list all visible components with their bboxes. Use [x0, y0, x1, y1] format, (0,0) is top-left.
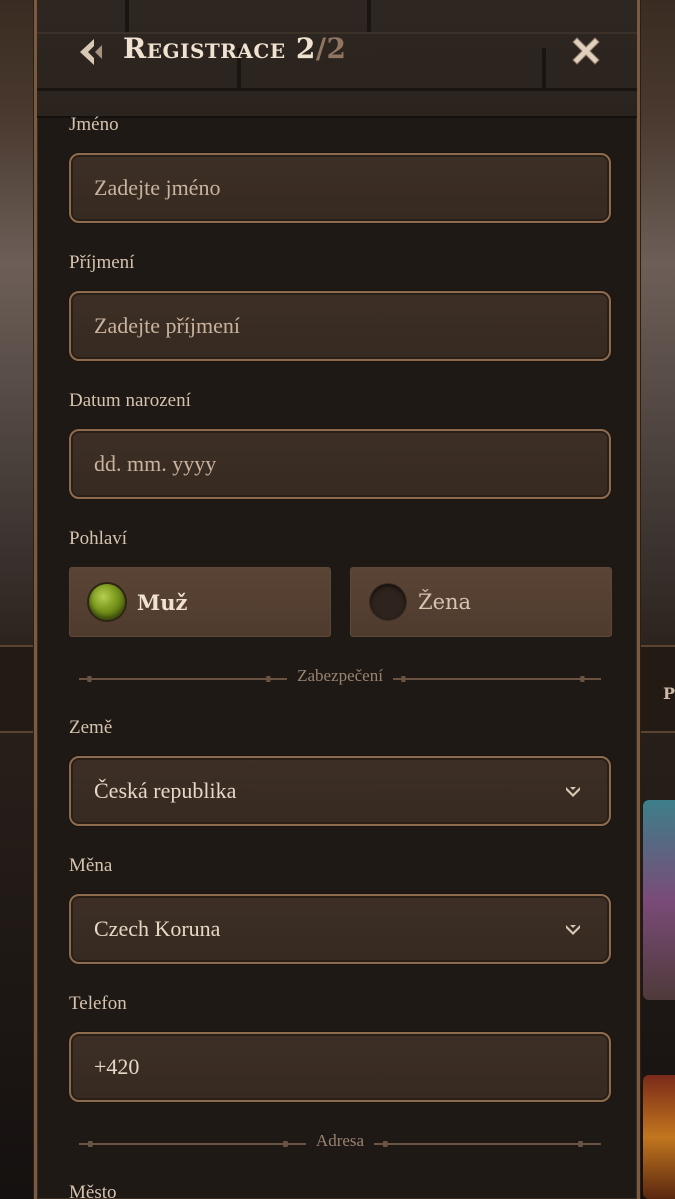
- modal-title: Registrace 2/2: [123, 32, 347, 65]
- chevron-down-icon: [566, 787, 580, 797]
- section-divider-security: Zabezpečení: [69, 664, 611, 688]
- first-name-label: Jméno: [69, 114, 119, 135]
- gender-option-label: Žena: [418, 590, 472, 614]
- currency-label: Měna: [69, 855, 113, 876]
- country-value: Česká republika: [94, 778, 237, 803]
- country-select[interactable]: Česká republika: [69, 756, 611, 826]
- last-name-input[interactable]: Zadejte příjmení: [69, 291, 611, 361]
- back-arrow-icon: [80, 39, 102, 65]
- divider-ornament: [374, 1135, 601, 1147]
- close-icon: [572, 37, 600, 65]
- close-button[interactable]: [569, 34, 603, 68]
- background-right-overlay: Po: [639, 0, 675, 1199]
- birth-date-label: Datum narození: [69, 390, 191, 411]
- city-label: Město: [69, 1182, 117, 1199]
- radio-unselected-icon: [370, 584, 406, 620]
- registration-modal: Registrace 2/2 Jméno Zadejte jméno Příjm…: [34, 0, 640, 1199]
- title-main: Registrace 2: [123, 32, 316, 65]
- gender-option-label: Muž: [137, 589, 188, 615]
- modal-header: Registrace 2/2: [37, 0, 637, 118]
- first-name-input[interactable]: Zadejte jméno: [69, 153, 611, 223]
- gender-option-female[interactable]: Žena: [350, 567, 612, 637]
- divider-label: Adresa: [315, 1131, 365, 1150]
- gender-label: Pohlaví: [69, 528, 128, 549]
- back-button[interactable]: [75, 36, 105, 68]
- gender-option-male[interactable]: Muž: [69, 567, 331, 637]
- radio-selected-icon: [89, 584, 125, 620]
- divider-ornament: [79, 1135, 306, 1147]
- title-step-total: /2: [315, 32, 347, 65]
- background-text: Po: [663, 684, 675, 703]
- last-name-label: Příjmení: [69, 252, 135, 273]
- country-label: Země: [69, 717, 113, 738]
- currency-select[interactable]: Czech Koruna: [69, 894, 611, 964]
- birth-date-input[interactable]: dd. mm. yyyy: [69, 429, 611, 499]
- chevron-down-icon: [566, 925, 580, 935]
- phone-label: Telefon: [69, 993, 127, 1014]
- divider-label: Zabezpečení: [297, 666, 383, 685]
- divider-ornament: [79, 670, 288, 682]
- background-left: [0, 0, 34, 1199]
- divider-ornament: [392, 670, 602, 682]
- phone-input[interactable]: +420: [69, 1032, 611, 1102]
- section-divider-address: Adresa: [69, 1129, 611, 1153]
- currency-value: Czech Koruna: [94, 916, 221, 941]
